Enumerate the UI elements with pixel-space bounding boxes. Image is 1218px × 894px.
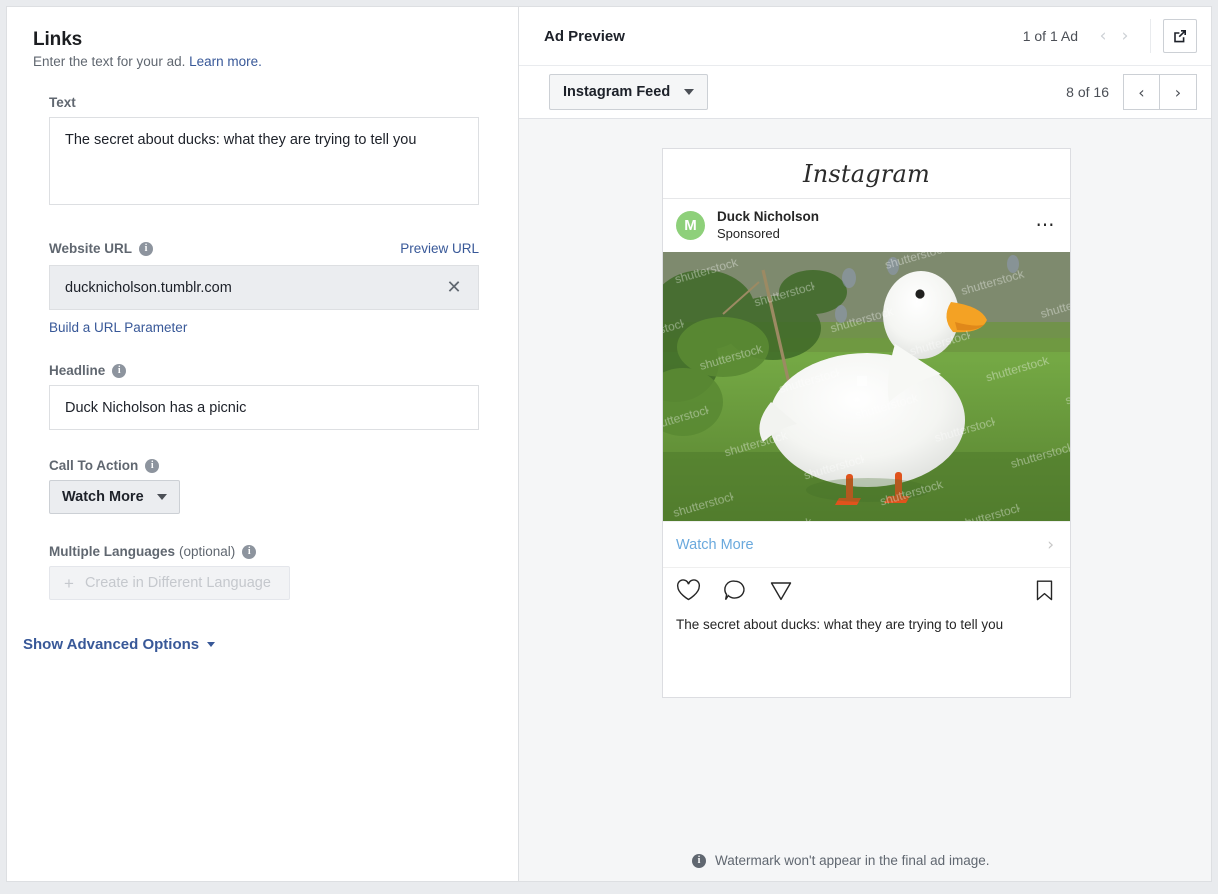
ad-preview-panel: Ad Preview 1 of 1 Ad ‹ › Instagram Feed … [519,7,1211,881]
avatar: M [676,211,705,240]
comment-icon[interactable] [723,579,747,602]
placement-nav-group: ‹ › [1123,74,1197,110]
subtitle-text: Enter the text for your ad. [33,54,186,69]
headline-group: Headline i Duck Nicholson has a picnic [33,363,486,430]
chevron-right-icon: › [1047,534,1054,555]
instagram-action-row [663,567,1070,613]
account-name: Duck Nicholson [717,208,820,224]
website-url-value: ducknicholson.tumblr.com [65,279,232,296]
chevron-down-icon [207,642,216,647]
build-url-parameter-link[interactable]: Build a URL Parameter [49,320,187,335]
ad-editor-window: Links Enter the text for your ad. Learn … [6,6,1212,882]
sponsored-label: Sponsored [717,225,780,241]
placement-select[interactable]: Instagram Feed [549,74,709,110]
links-panel: Links Enter the text for your ad. Learn … [7,7,519,881]
headline-label-text: Headline [49,363,106,378]
chevron-left-icon[interactable]: ‹ [1092,26,1114,46]
website-url-label-row: Website URL i Preview URL [49,241,479,256]
external-link-icon[interactable] [1163,19,1197,53]
headline-value: Duck Nicholson has a picnic [65,399,247,416]
text-field-group: Text The secret about ducks: what they a… [33,95,486,205]
placement-prev-button[interactable]: ‹ [1123,74,1160,110]
instagram-caption: The secret about ducks: what they are tr… [676,617,1004,632]
instagram-ad-card: Instagram M Duck Nicholson Sponsored ⋯ W… [662,148,1071,698]
ad-preview-header: Ad Preview 1 of 1 Ad ‹ › [519,7,1211,66]
ad-photo: shutterstock shutterstock [663,252,1070,521]
headline-label: Headline i [49,363,486,378]
learn-more-link[interactable]: Learn more. [189,54,262,69]
share-icon[interactable] [769,579,793,602]
instagram-profile-row: M Duck Nicholson Sponsored ⋯ [663,199,1070,252]
placement-page-count: 8 of 16 [1066,84,1109,100]
create-in-different-language-button: + Create in Different Language [49,566,290,600]
page-subtitle: Enter the text for your ad. Learn more. [33,54,486,69]
chevron-right-icon[interactable]: › [1114,26,1136,46]
multiple-languages-optional: (optional) [179,544,236,559]
text-label: Text [49,95,486,110]
call-to-action-label: Call To Action i [49,458,486,473]
call-to-action-value: Watch More [62,489,144,505]
watermark-note-text: Watermark won't appear in the final ad i… [715,853,990,868]
placement-next-button[interactable]: › [1160,74,1197,110]
heart-icon[interactable] [676,579,701,602]
info-icon[interactable]: i [145,458,160,473]
create-in-different-language-label: Create in Different Language [84,575,271,591]
ad-count-label: 1 of 1 Ad [1022,28,1078,44]
ad-text-input[interactable]: The secret about ducks: what they are tr… [49,117,479,205]
multiple-languages-label-text: Multiple Languages [49,544,176,559]
call-to-action-select[interactable]: Watch More [49,480,180,514]
footer-separator: • [974,879,979,881]
ad-preview-body: Instagram M Duck Nicholson Sponsored ⋯ W… [519,119,1211,881]
text-label-text: Text [49,95,76,110]
instagram-cta-label: Watch More [676,536,754,553]
chevron-down-icon [156,494,167,500]
show-advanced-options-toggle[interactable]: Show Advanced Options [23,636,216,653]
ad-preview-title: Ad Preview [544,27,625,45]
instagram-logo: Instagram [803,159,930,188]
divider [1150,19,1151,53]
watermark-note: i Watermark won't appear in the final ad… [692,853,1211,868]
call-to-action-group: Call To Action i Watch More [33,458,486,514]
headline-input[interactable]: Duck Nicholson has a picnic [49,385,479,430]
info-icon[interactable]: i [112,363,127,378]
info-icon[interactable]: i [139,241,154,256]
show-advanced-options-label: Show Advanced Options [23,636,200,653]
instagram-logo-bar: Instagram [663,149,1070,199]
report-problem-link[interactable]: Report a problem with this preview [987,879,1194,881]
multiple-languages-group: Multiple Languages (optional) i + Create… [33,544,486,600]
website-url-input[interactable]: ducknicholson.tumblr.com ✕ [49,265,479,310]
account-info: Duck Nicholson Sponsored [717,209,1036,242]
preview-footer-links: Refresh preview • Report a problem with … [869,879,1194,881]
close-x-icon[interactable]: ✕ [442,276,466,300]
instagram-cta-row[interactable]: Watch More › [663,521,1070,567]
chevron-down-icon [684,89,695,95]
plus-icon: + [64,573,74,593]
page-title: Links [33,29,83,50]
ellipsis-icon[interactable]: ⋯ [1036,216,1057,235]
info-icon: i [692,853,706,868]
call-to-action-label-text: Call To Action [49,458,139,473]
info-icon[interactable]: i [242,544,257,559]
refresh-preview-link[interactable]: Refresh preview [869,879,967,881]
placement-bar: Instagram Feed 8 of 16 ‹ › [519,66,1211,119]
website-url-label-text: Website URL [49,241,133,256]
website-url-label: Website URL i [49,241,154,256]
preview-url-link[interactable]: Preview URL [400,241,479,256]
bookmark-icon[interactable] [1035,579,1054,602]
placement-value: Instagram Feed [563,84,671,100]
multiple-languages-label: Multiple Languages (optional) i [49,544,486,559]
website-url-group: Website URL i Preview URL ducknicholson.… [33,241,486,337]
